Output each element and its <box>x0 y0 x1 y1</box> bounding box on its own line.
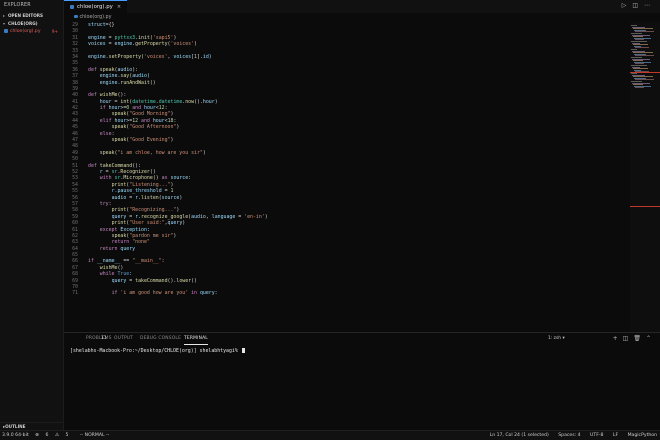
explorer-sidebar: EXPLORER ▸ OPEN EDITORS ▾ CHLOE(ORG) chloe… <box>0 0 64 430</box>
editor-actions: ▷◫⋯ <box>622 2 656 9</box>
editor-tab[interactable]: chloe(org).py × <box>64 0 128 13</box>
split-editor-icon[interactable]: ◫ <box>632 2 644 9</box>
bottom-panel: PROBLEMS 11 OUTPUT DEBUG CONSOLE TERMINA… <box>64 332 660 430</box>
trash-icon[interactable]: 🗑 <box>633 335 646 342</box>
status-right: Ln 17, Col 24 (1 selected) Spaces: 4 UTF… <box>482 431 657 440</box>
status-bar: 3.9.0 64-bit ⊗ 6 ⚠ 5 -- NORMAL -- Ln 17,… <box>0 430 660 440</box>
code-editor[interactable]: 29 struct={} 30 31 engine = pyttsx3.init('sa… <box>64 22 630 332</box>
split-terminal-icon[interactable]: ◫ <box>623 335 634 342</box>
indentation[interactable]: Spaces: 4 <box>558 433 580 438</box>
folder-label: CHLOE(ORG) <box>8 21 38 26</box>
more-icon[interactable]: ⋯ <box>644 2 656 9</box>
error-marker <box>630 72 660 73</box>
code-line[interactable]: 71 if 'i am good how are you' in query: <box>64 290 630 296</box>
tab-output[interactable]: OUTPUT <box>114 333 133 345</box>
python-file-icon <box>74 14 78 19</box>
encoding[interactable]: UTF-8 <box>590 433 603 438</box>
outline-label: OUTLINE <box>5 424 26 429</box>
minimap-line <box>635 47 649 49</box>
open-editors-label: OPEN EDITORS <box>8 13 44 18</box>
tab-label: chloe(org).py <box>77 4 113 10</box>
open-editors-section[interactable]: ▸ OPEN EDITORS <box>0 12 63 20</box>
problems-count: 11 <box>101 336 107 341</box>
minimap[interactable] <box>630 22 660 332</box>
panel-tools: +◫🗑⌃ <box>613 333 656 345</box>
terminal-selector-label: 1: zsh <box>548 336 562 341</box>
terminal-prompt: [shelabhs-Macbook-Pro:~/Desktop/CHLOE(or… <box>70 348 241 354</box>
end-of-line[interactable]: LF <box>613 433 618 438</box>
minimap-line <box>635 87 644 89</box>
tab-debug-console[interactable]: DEBUG CONSOLE <box>140 333 181 345</box>
panel-tabs: PROBLEMS 11 OUTPUT DEBUG CONSOLE TERMINA… <box>64 333 660 345</box>
status-left: 3.9.0 64-bit ⊗ 6 ⚠ 5 -- NORMAL -- <box>2 431 114 440</box>
vim-mode: -- NORMAL -- <box>79 433 110 438</box>
chevron-up-icon[interactable]: ⌃ <box>646 335 656 342</box>
line-number: 71 <box>72 290 78 297</box>
tab-terminal[interactable]: TERMINAL <box>184 333 208 345</box>
explorer-title: EXPLORER <box>4 3 31 8</box>
tab-bar: chloe(org).py × ▷◫⋯ <box>64 0 660 13</box>
breadcrumb-file[interactable]: chloe(org).py <box>80 15 112 20</box>
language-mode[interactable]: MagicPython <box>628 433 657 438</box>
python-file-icon <box>4 28 8 33</box>
problems-status[interactable]: ⊗ 6 ⚠ 5 <box>35 433 73 438</box>
terminal-selector[interactable]: 1: zsh ▾ <box>548 333 565 345</box>
terminal-cursor <box>241 348 245 353</box>
file-item[interactable]: chloe(org).py 9+ <box>0 28 63 36</box>
error-icon: ⊗ <box>35 433 39 438</box>
warning-count: 5 <box>65 433 69 438</box>
add-terminal-icon[interactable]: + <box>613 335 623 342</box>
python-file-icon <box>70 4 74 9</box>
code-text: if 'i am good how are you' in query: <box>111 290 218 297</box>
error-marker <box>630 206 660 207</box>
terminal-output[interactable]: [shelabhs-Macbook-Pro:~/Desktop/CHLOE(or… <box>70 348 245 354</box>
folder-section[interactable]: ▾ CHLOE(ORG) <box>0 20 63 28</box>
tab-problems[interactable]: PROBLEMS <box>86 333 112 345</box>
close-icon[interactable]: × <box>117 4 121 10</box>
python-interpreter[interactable]: 3.9.0 64-bit <box>2 433 29 438</box>
cursor-position[interactable]: Ln 17, Col 24 (1 selected) <box>490 433 549 438</box>
run-icon[interactable]: ▷ <box>622 2 633 9</box>
warning-icon: ⚠ <box>54 433 59 438</box>
chevron-down-icon: ▾ <box>562 336 565 341</box>
error-count: 6 <box>45 433 49 438</box>
outline-section[interactable]: ▸OUTLINE <box>0 422 64 430</box>
file-name: chloe(org).py <box>10 29 41 34</box>
breadcrumb: chloe(org).py <box>64 13 660 22</box>
problem-badge: 9+ <box>51 29 58 34</box>
